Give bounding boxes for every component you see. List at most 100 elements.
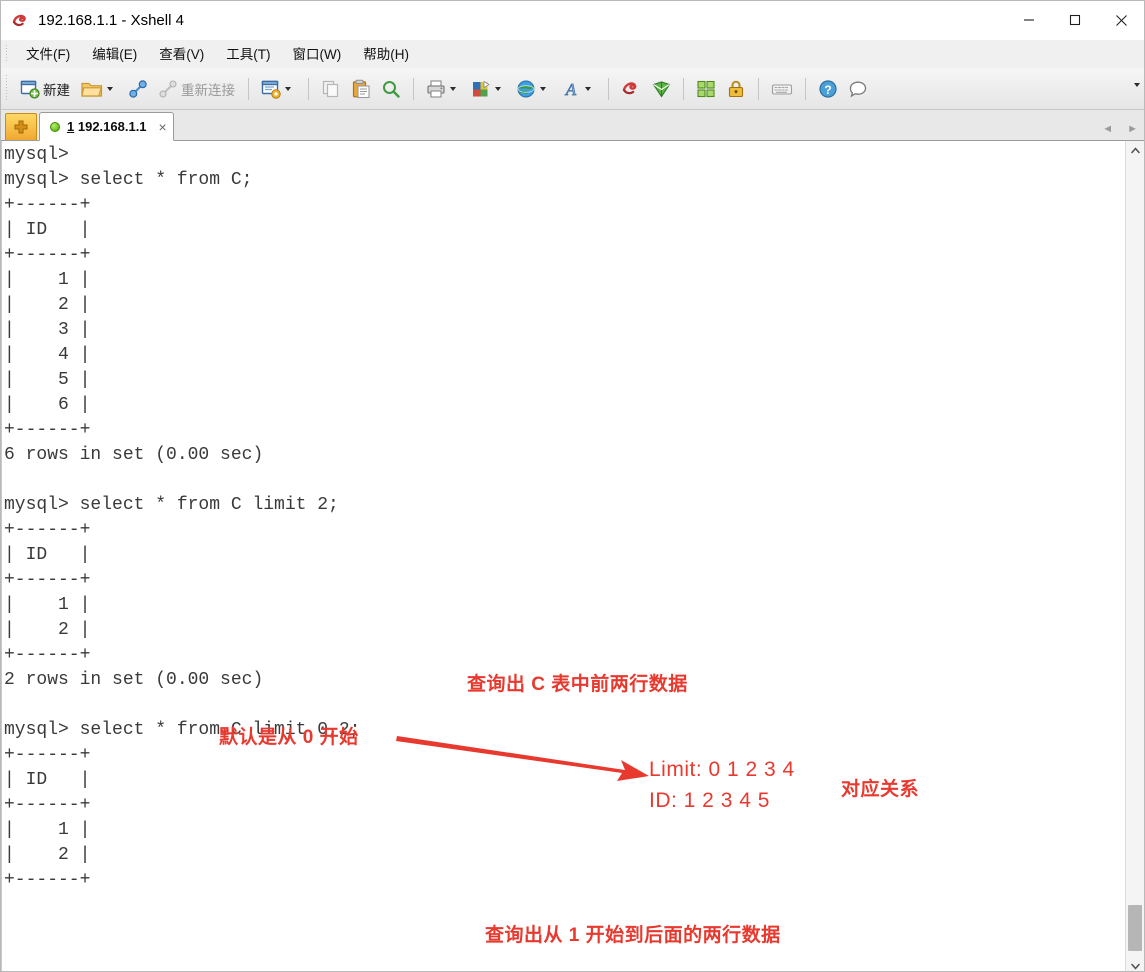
open-session-dropdown-icon[interactable] (107, 86, 113, 91)
print-dropdown-icon[interactable] (450, 86, 456, 91)
folder-open-icon (80, 78, 104, 100)
window-controls (1006, 1, 1144, 39)
tab-bar: 1 192.168.1.1 × ◄ ► (1, 110, 1144, 141)
terminal-line: | 2 | (4, 295, 91, 315)
plus-icon (14, 120, 28, 134)
terminal-line: +------+ (4, 745, 91, 765)
terminal-line: mysql> select * from C; (4, 170, 253, 190)
link-connect-icon (127, 78, 149, 100)
window-title: 192.168.1.1 - Xshell 4 (38, 11, 184, 29)
printer-icon (425, 78, 447, 100)
tile-windows-icon (695, 78, 717, 100)
connect-button[interactable] (123, 73, 153, 105)
svg-text:?: ? (824, 83, 831, 97)
color-palette-icon (470, 78, 492, 100)
arrange-windows-button[interactable] (691, 73, 721, 105)
terminal-line: | 2 | (4, 620, 91, 640)
terminal-line: +------+ (4, 520, 91, 540)
terminal-line: | 3 | (4, 320, 91, 340)
chevron-down-icon (1130, 963, 1140, 970)
toolbar-separator (683, 77, 684, 100)
terminal-line: +------+ (4, 420, 91, 440)
terminal-line: | 2 | (4, 845, 91, 865)
terminal-scrollbar[interactable] (1125, 141, 1144, 971)
log-dropdown-icon[interactable] (495, 86, 501, 91)
menu-item-window[interactable]: 窗口(W) (284, 40, 351, 67)
xshell-button[interactable] (616, 73, 646, 105)
find-button[interactable] (376, 73, 406, 105)
menu-item-tools[interactable]: 工具(T) (217, 40, 279, 67)
terminal-line: | 1 | (4, 270, 91, 290)
search-icon (380, 78, 402, 100)
chevron-down-icon (1134, 83, 1140, 104)
encoding-button[interactable] (511, 73, 556, 105)
terminal-line: | 1 | (4, 820, 91, 840)
tab-address: 192.168.1.1 (77, 119, 147, 134)
terminal-output[interactable]: mysql> mysql> select * from C; +------+ | I… (1, 141, 1125, 971)
toolbar-separator (308, 77, 309, 100)
feedback-button[interactable] (843, 73, 873, 105)
encoding-dropdown-icon[interactable] (540, 86, 546, 91)
terminal-line: +------+ (4, 570, 91, 590)
xftp-button[interactable] (646, 73, 676, 105)
xftp-icon (650, 78, 672, 100)
font-button[interactable]: A (556, 73, 601, 105)
tab-scroll-left-icon[interactable]: ◄ (1102, 124, 1113, 135)
menu-item-edit[interactable]: 编辑(E) (83, 40, 146, 67)
terminal-line: mysql> (4, 145, 69, 165)
toolbar-separator (805, 77, 806, 100)
new-session-label: 新建 (43, 82, 70, 98)
close-button[interactable] (1098, 1, 1144, 39)
toolbar-separator (248, 77, 249, 100)
lock-button[interactable] (721, 73, 751, 105)
menu-item-view[interactable]: 查看(V) (150, 40, 213, 67)
menu-bar: 文件(F) 编辑(E) 查看(V) 工具(T) 窗口(W) 帮助(H) (1, 40, 1144, 68)
menu-item-help[interactable]: 帮助(H) (354, 40, 418, 67)
terminal-line: +------+ (4, 645, 91, 665)
new-session-button[interactable]: 新建 (15, 73, 76, 105)
tab-scroll-right-icon[interactable]: ► (1127, 124, 1138, 135)
terminal-line: 2 rows in set (0.00 sec) (4, 670, 264, 690)
xshell-icon (620, 78, 642, 100)
reconnect-icon (157, 78, 179, 100)
minimize-button[interactable] (1006, 1, 1052, 39)
chat-bubble-icon (847, 78, 869, 100)
lock-icon (725, 78, 747, 100)
session-properties-dropdown-icon[interactable] (285, 86, 291, 91)
terminal-line: 6 rows in set (0.00 sec) (4, 445, 264, 465)
tab-close-icon[interactable]: × (159, 120, 167, 134)
session-properties-button[interactable] (256, 73, 301, 105)
paste-button[interactable] (346, 73, 376, 105)
tab-status-icon (50, 121, 60, 132)
scrollbar-thumb[interactable] (1128, 905, 1142, 951)
copy-button[interactable] (316, 73, 346, 105)
toolbar: 新建 重新连接 A ? (1, 68, 1144, 110)
print-button[interactable] (421, 73, 466, 105)
xshell-logo-icon (11, 11, 29, 29)
font-icon: A (560, 78, 582, 100)
maximize-button[interactable] (1052, 1, 1098, 39)
terminal-line: | ID | (4, 770, 91, 790)
globe-icon (515, 78, 537, 100)
scroll-down-button[interactable] (1126, 957, 1144, 971)
reconnect-button[interactable]: 重新连接 (153, 73, 241, 105)
tab-scroll-controls: ◄ ► (1102, 124, 1138, 135)
scroll-up-button[interactable] (1126, 141, 1144, 159)
reconnect-label: 重新连接 (181, 82, 235, 98)
keyboard-button[interactable] (766, 73, 798, 105)
terminal-line: | 6 | (4, 395, 91, 415)
session-tab-1[interactable]: 1 192.168.1.1 × (39, 112, 174, 141)
menu-item-file[interactable]: 文件(F) (17, 40, 79, 67)
log-button[interactable] (466, 73, 511, 105)
help-button[interactable]: ? (813, 73, 843, 105)
copy-icon (320, 78, 342, 100)
svg-text:A: A (565, 80, 577, 99)
terminal-line: | 5 | (4, 370, 91, 390)
terminal-panel[interactable]: mysql> mysql> select * from C; +------+ | I… (1, 141, 1144, 971)
toolbar-overflow-button[interactable] (1134, 83, 1140, 105)
open-session-button[interactable] (76, 73, 123, 105)
toolbar-separator (413, 77, 414, 100)
new-tab-button[interactable] (5, 113, 37, 140)
font-dropdown-icon[interactable] (585, 86, 591, 91)
